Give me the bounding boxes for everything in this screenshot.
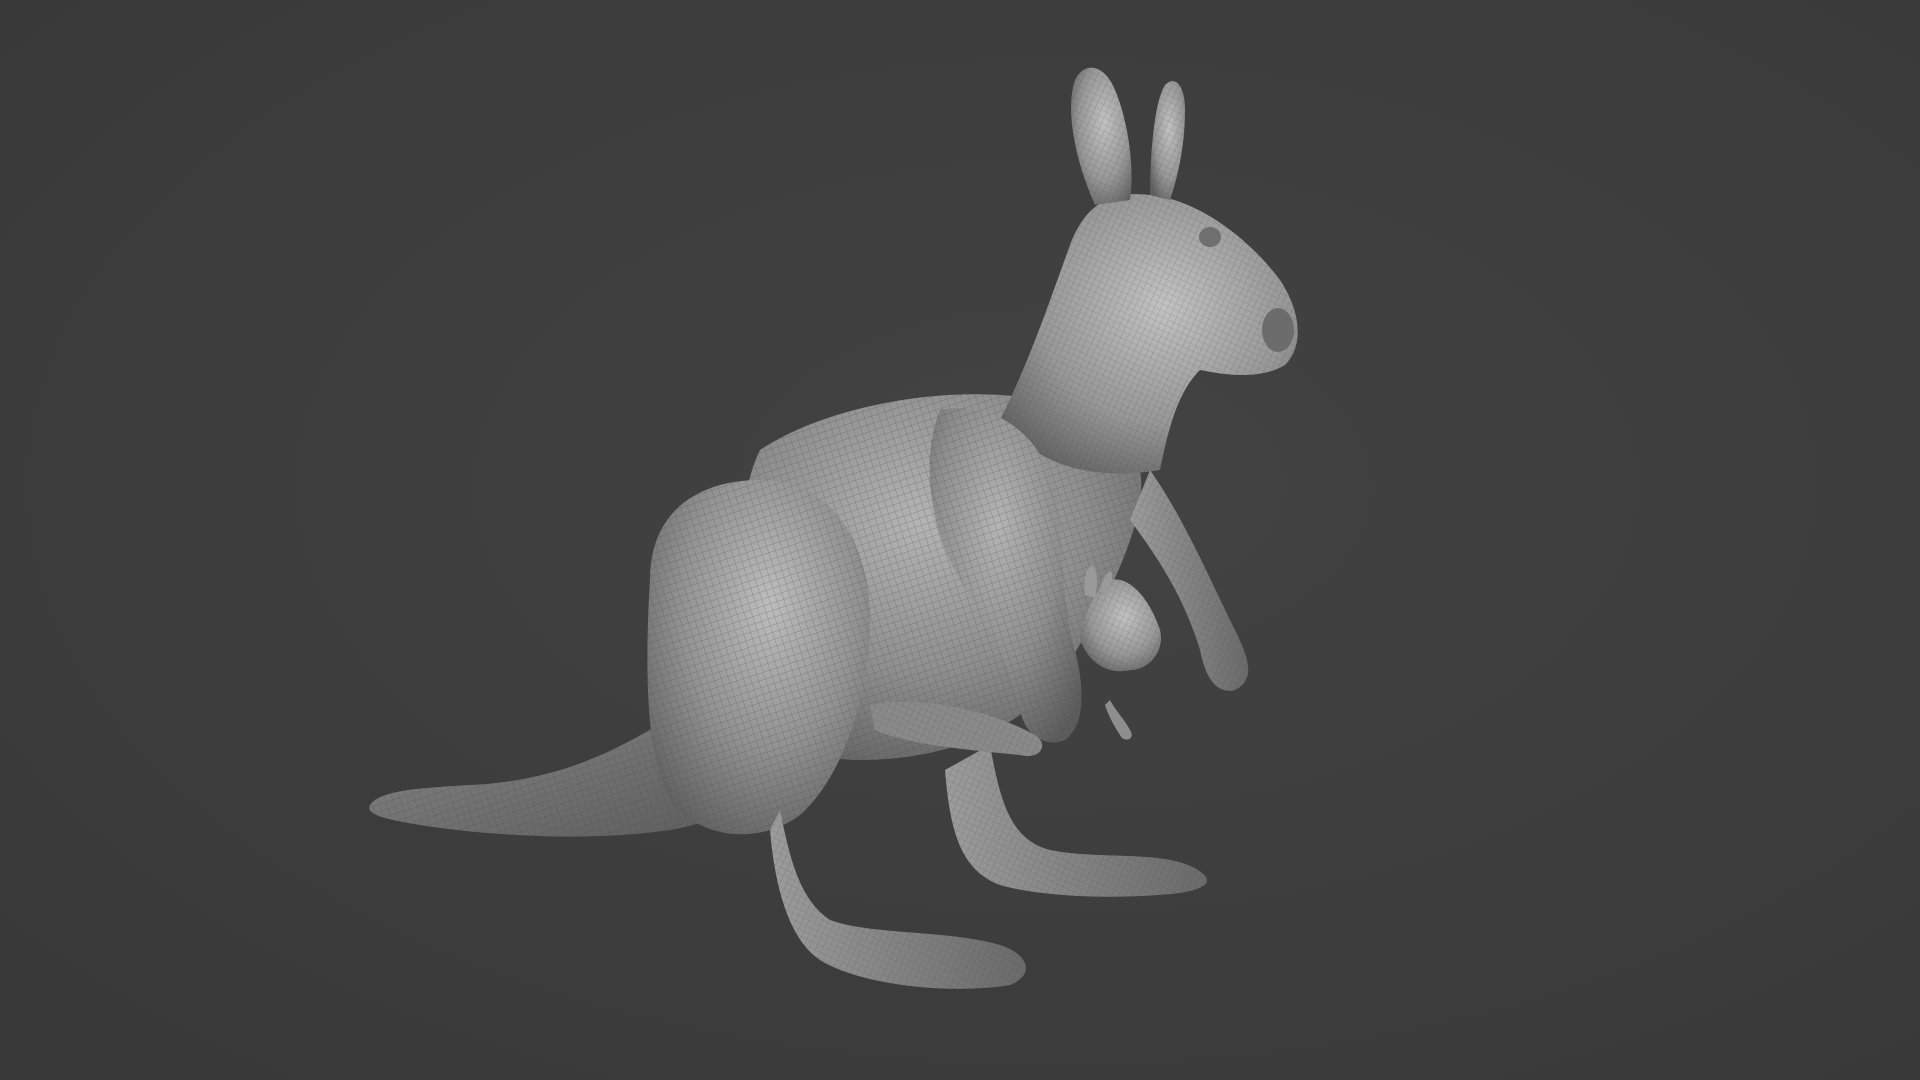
head (1000, 194, 1298, 474)
3d-viewport[interactable] (0, 0, 1920, 1080)
nose (1262, 308, 1294, 352)
far-hind-foot (945, 745, 1207, 897)
eye (1199, 227, 1221, 247)
haunch (647, 480, 870, 835)
joey (1080, 565, 1161, 740)
ears (1071, 67, 1185, 205)
kangaroo-model[interactable] (0, 0, 1920, 1080)
